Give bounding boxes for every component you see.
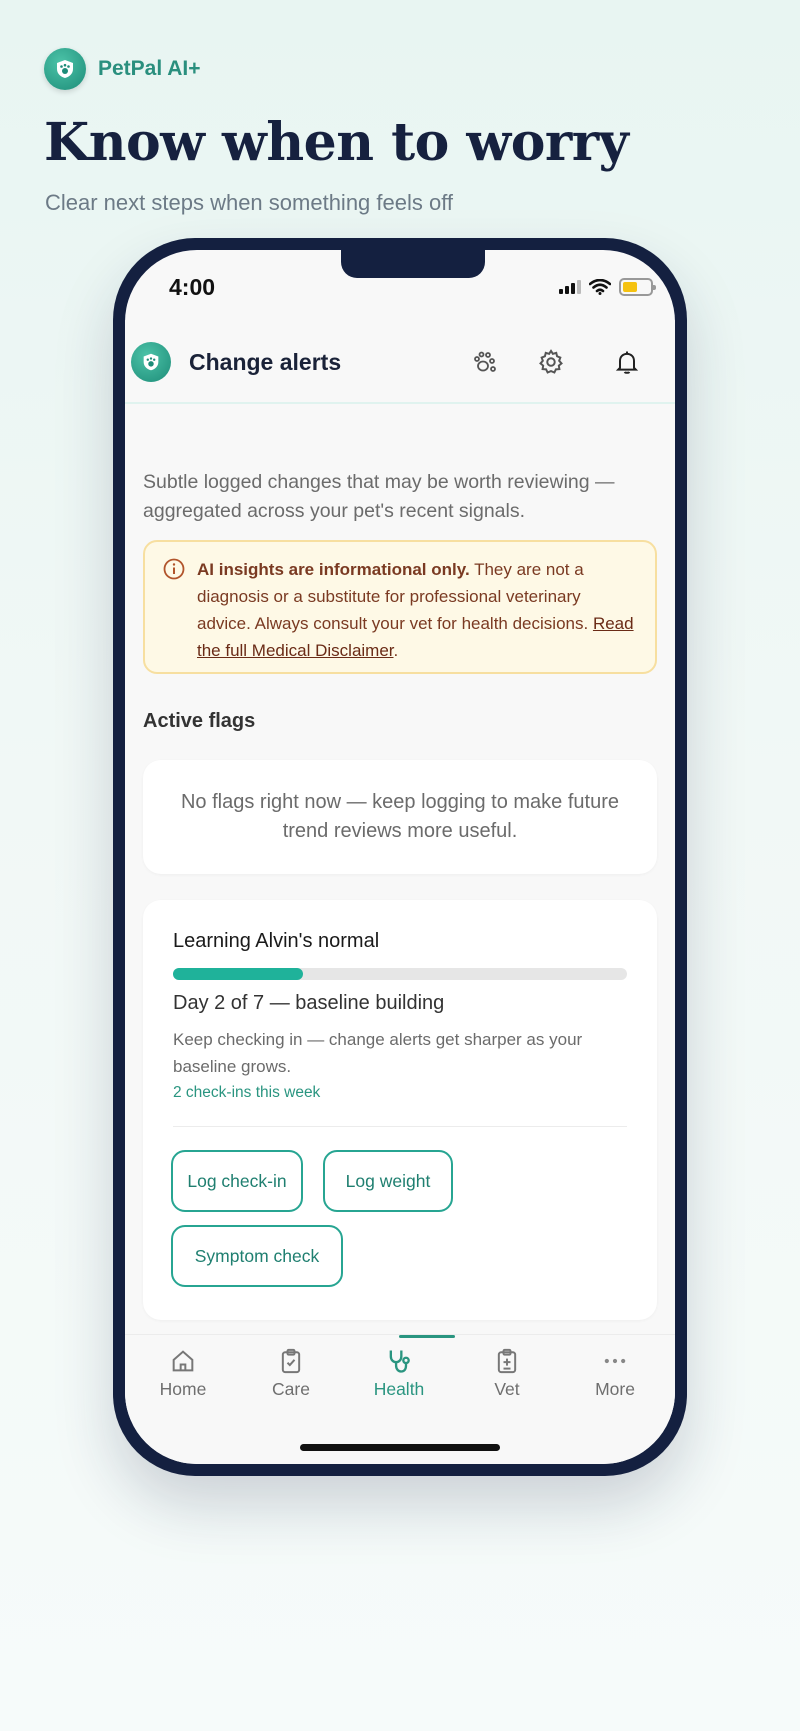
tab-label: Vet [494,1379,520,1399]
card-divider [173,1126,627,1127]
phone-frame: 4:00 Change alerts Subtle logged changes… [113,238,687,1476]
active-flags-heading: Active flags [143,710,256,732]
tab-label: More [595,1379,635,1399]
tab-vet[interactable]: Vet [453,1347,561,1400]
baseline-progress-fill [173,968,303,980]
brand: PetPal AI+ [44,48,201,90]
status-time: 4:00 [169,274,216,300]
app-header: Change alerts [125,320,675,404]
brand-name: PetPal AI+ [98,57,201,80]
disclaimer-suffix: . [393,641,399,660]
tab-label: Health [373,1379,425,1399]
stethoscope-icon [389,1350,410,1373]
tab-label: Home [159,1379,207,1399]
tab-health[interactable]: Health [345,1347,453,1400]
bell-icon[interactable] [609,344,645,380]
learning-baseline-card: Learning Alvin's normal Day 2 of 7 — bas… [143,900,657,1320]
tab-more[interactable]: More [561,1347,669,1400]
cellular-signal-icon [559,280,581,294]
log-check-in-button[interactable]: Log check-in [171,1150,303,1212]
settings-gear-icon[interactable] [533,344,569,380]
baseline-description: Keep checking in — change alerts get sha… [173,1030,583,1076]
status-icons [559,278,656,296]
tab-care[interactable]: Care [237,1347,345,1400]
paw-shield-logo-icon [44,48,86,90]
clipboard-icon [281,1348,301,1374]
baseline-progress-bar [173,968,627,980]
checkins-count: 2 check-ins this week [173,1084,321,1101]
learning-title: Learning Alvin's normal [173,930,380,952]
disclaimer-bold-text: AI insights are informational only. [197,560,470,579]
battery-icon [619,278,656,296]
app-logo-icon[interactable] [131,342,171,382]
home-indicator[interactable] [300,1444,500,1451]
tab-label: Care [272,1379,310,1399]
page-subhead: Clear next steps when something feels of… [45,190,454,215]
medical-disclaimer-banner: AI insights are informational only. They… [143,540,657,674]
no-flags-card: No flags right now — keep logging to mak… [143,760,657,874]
home-icon [172,1350,194,1372]
baseline-day-text: Day 2 of 7 — baseline building [173,992,445,1014]
wifi-icon [589,279,611,295]
info-icon [163,558,185,580]
dynamic-island [341,250,485,278]
symptom-check-button[interactable]: Symptom check [171,1225,343,1287]
active-tab-indicator [399,1335,455,1338]
tab-home[interactable]: Home [129,1347,237,1400]
no-flags-message: No flags right now — keep logging to mak… [180,791,620,842]
medical-file-icon [497,1348,517,1374]
paw-icon[interactable] [467,344,503,380]
more-dots-icon [604,1358,626,1364]
screen-title: Change alerts [189,349,342,375]
log-weight-button[interactable]: Log weight [323,1150,453,1212]
page-headline: Know when to worry [44,112,629,173]
intro-text: Subtle logged changes that may be worth … [143,471,615,522]
phone-screen: 4:00 Change alerts Subtle logged changes… [125,250,675,1464]
